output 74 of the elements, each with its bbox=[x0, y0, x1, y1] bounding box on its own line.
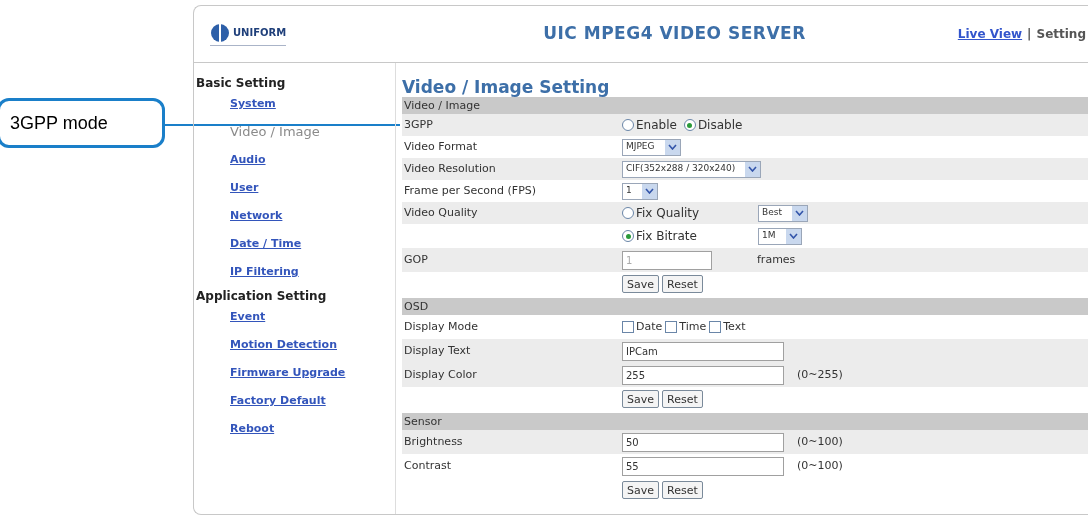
radio-button[interactable] bbox=[622, 230, 634, 242]
field-label: Video Quality bbox=[404, 204, 478, 221]
checkbox-label: Date bbox=[636, 318, 663, 335]
checkbox[interactable] bbox=[622, 321, 634, 333]
sidebar-item[interactable]: Audio bbox=[230, 148, 266, 176]
form-button[interactable]: Save bbox=[622, 275, 659, 293]
site-title: UIC MPEG4 VIDEO SERVER bbox=[543, 22, 806, 46]
checkbox-label: Text bbox=[723, 318, 746, 335]
sidebar-item[interactable]: User bbox=[230, 176, 259, 204]
caret-icon bbox=[791, 205, 807, 221]
sidebar-heading: Basic Setting bbox=[195, 75, 287, 92]
checkbox[interactable] bbox=[665, 321, 678, 333]
callout-label: 3GPP mode bbox=[0, 98, 165, 148]
logo-text: UNIFORM bbox=[233, 26, 287, 40]
radio-label: Fix Quality bbox=[636, 205, 700, 222]
sidebar-item[interactable]: System bbox=[230, 92, 276, 120]
sidebar-item[interactable]: Date / Time bbox=[230, 232, 302, 260]
caret-icon bbox=[745, 161, 761, 177]
dropdown[interactable]: 1 bbox=[622, 182, 658, 200]
unit-text: frames bbox=[757, 251, 796, 268]
checkbox[interactable] bbox=[709, 321, 722, 333]
form-button[interactable]: Reset bbox=[662, 481, 703, 499]
sidebar-item[interactable]: Motion Detection bbox=[230, 333, 337, 361]
radio-button[interactable] bbox=[622, 207, 634, 219]
radio-button[interactable] bbox=[622, 119, 634, 131]
section-header: OSD bbox=[402, 298, 1088, 315]
field-label: Video Resolution bbox=[404, 160, 496, 177]
radio-label: Disable bbox=[697, 117, 743, 134]
form-button[interactable]: Save bbox=[622, 390, 659, 408]
caret-icon bbox=[785, 228, 801, 244]
input-field[interactable]: 255 bbox=[622, 365, 784, 385]
field-label: Frame per Second (FPS) bbox=[404, 182, 537, 199]
dropdown[interactable]: MJPEG bbox=[622, 138, 681, 156]
caret-icon bbox=[664, 139, 680, 155]
unit-text: (0~100) bbox=[797, 457, 843, 474]
field-label: Display Text bbox=[404, 342, 471, 359]
form-button[interactable]: Reset bbox=[662, 390, 703, 408]
sidebar-item[interactable]: Event bbox=[230, 305, 266, 333]
field-label: Contrast bbox=[404, 457, 451, 474]
sidebar-heading: Application Setting bbox=[195, 288, 328, 305]
dropdown[interactable]: CIF(352x288 / 320x240) bbox=[622, 160, 762, 178]
sidebar-item[interactable]: IP Filtering bbox=[230, 260, 299, 288]
sidebar-item[interactable]: Reboot bbox=[230, 417, 275, 445]
form-button[interactable]: Reset bbox=[662, 275, 703, 293]
unit-text: (0~100) bbox=[797, 433, 843, 450]
form-button[interactable]: Save bbox=[622, 481, 659, 499]
unit-text: (0~255) bbox=[797, 366, 843, 383]
field-label: GOP bbox=[404, 251, 428, 268]
input-field[interactable]: 55 bbox=[622, 456, 784, 476]
sidebar-item[interactable]: Firmware Upgrade bbox=[230, 361, 346, 389]
sidebar-item[interactable]: Video / Image bbox=[230, 120, 320, 148]
field-label: 3GPP bbox=[404, 116, 433, 133]
sidebar-item[interactable]: Network bbox=[230, 204, 283, 232]
header-link[interactable]: Setting bbox=[1036, 25, 1086, 43]
caret-icon bbox=[641, 183, 657, 199]
page-title: Video / Image Setting bbox=[402, 77, 611, 97]
radio-button[interactable] bbox=[683, 119, 696, 131]
sidebar-item[interactable]: Factory Default bbox=[230, 389, 326, 417]
field-label: Video Format bbox=[404, 138, 478, 155]
link-separator: | bbox=[1027, 26, 1032, 43]
radio-label: Fix Bitrate bbox=[636, 228, 697, 245]
logo-icon bbox=[210, 22, 230, 43]
checkbox-label: Time bbox=[679, 318, 707, 335]
input-field[interactable]: IPCam bbox=[622, 341, 784, 361]
field-label: Display Color bbox=[404, 366, 477, 383]
dropdown[interactable]: Best bbox=[758, 204, 808, 222]
radio-label: Enable bbox=[636, 117, 677, 134]
header-link[interactable]: Live View bbox=[957, 25, 1023, 43]
section-header: Video / Image bbox=[402, 97, 1088, 114]
field-label: Display Mode bbox=[404, 318, 478, 335]
field-label: Brightness bbox=[404, 433, 463, 450]
input-field[interactable]: 50 bbox=[622, 432, 784, 452]
section-header: Sensor bbox=[402, 413, 1088, 430]
dropdown[interactable]: 1M bbox=[758, 227, 802, 245]
